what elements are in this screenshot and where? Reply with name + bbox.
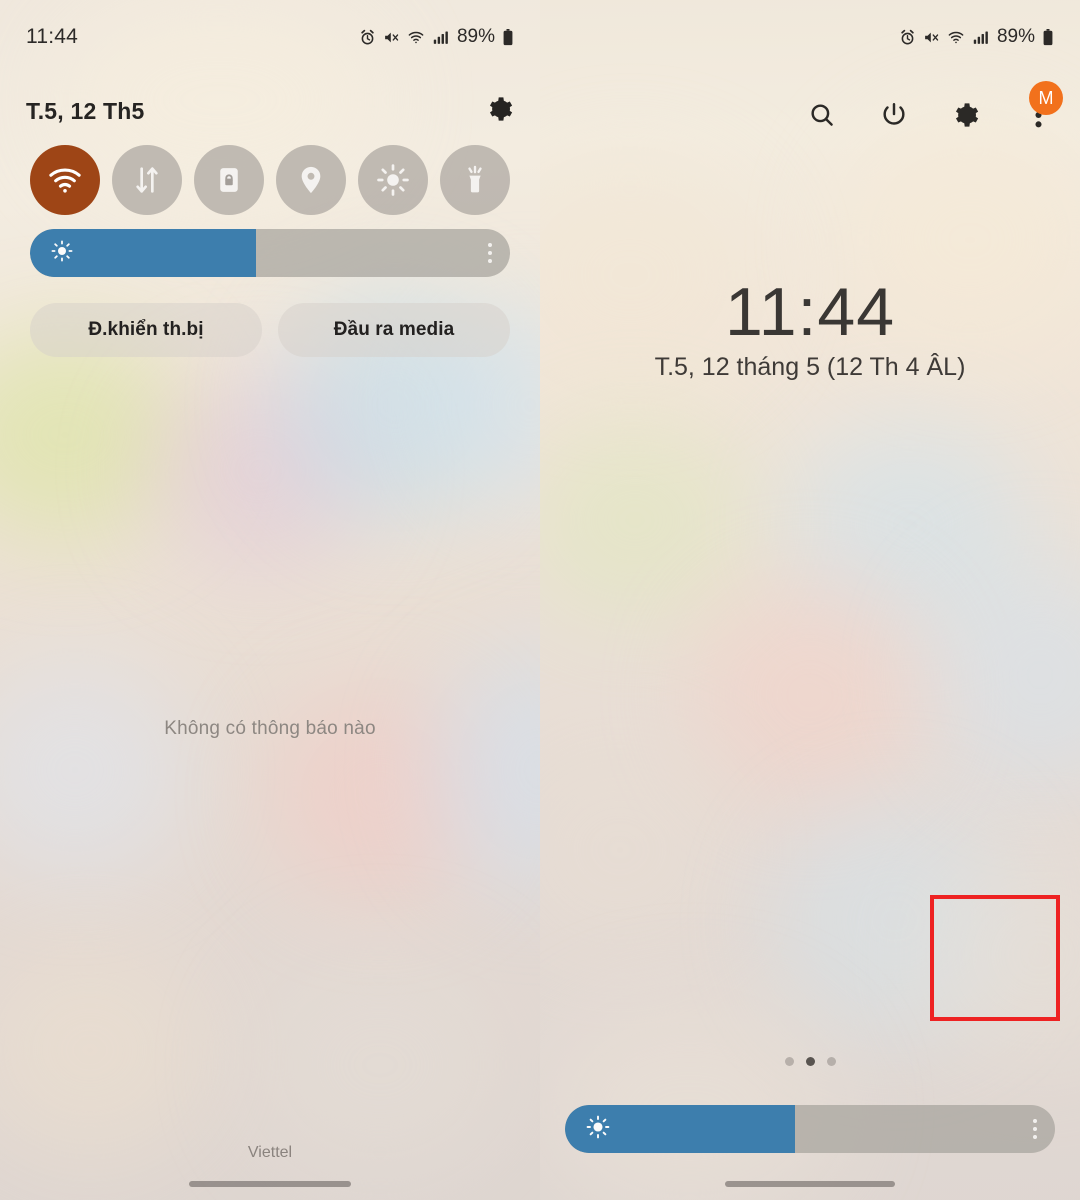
signal-bars-icon	[432, 29, 449, 46]
left-panel-header: T.5, 12 Th5	[0, 88, 540, 134]
sun-icon	[50, 239, 74, 268]
battery-icon	[1042, 28, 1054, 46]
media-output-button[interactable]: Đầu ra media	[278, 303, 510, 357]
quick-toggle-row	[0, 145, 540, 215]
mute-vibrate-icon	[383, 29, 400, 46]
home-indicator[interactable]	[189, 1181, 351, 1187]
brightness-slider-right[interactable]	[565, 1105, 1055, 1153]
right-panel-header: M	[540, 81, 1080, 142]
battery-percent: 89%	[456, 26, 495, 47]
alarm-icon	[899, 29, 916, 46]
more-vertical-icon[interactable]: M	[1022, 81, 1063, 131]
carrier-label: Viettel	[247, 1144, 293, 1161]
highlight-box-screen-recorder	[930, 895, 1060, 1021]
no-notifications-text: Không có thông báo nào	[164, 718, 376, 739]
status-bar-right: 89%	[540, 0, 1080, 74]
status-bar-time: 11:44	[26, 25, 78, 48]
battery-percent: 89%	[996, 26, 1035, 47]
toggle-flashlight[interactable]	[440, 145, 510, 215]
lock-clock: 11:44	[724, 274, 896, 350]
status-bar-left: 11:44 89%	[0, 0, 540, 74]
page-indicator-dots[interactable]	[540, 1057, 1080, 1066]
left-panel-buttons: Đ.khiển th.bị Đầu ra media	[30, 303, 510, 357]
mute-vibrate-icon	[923, 29, 940, 46]
toggle-mobile-data[interactable]	[112, 145, 182, 215]
toggle-auto-brightness[interactable]	[358, 145, 428, 215]
search-icon[interactable]	[806, 99, 838, 131]
sun-icon	[585, 1114, 611, 1145]
status-bar-icons: 89%	[359, 26, 514, 48]
device-control-button[interactable]: Đ.khiển th.bị	[30, 303, 262, 357]
page-dot[interactable]	[784, 1057, 794, 1066]
battery-icon	[502, 28, 514, 46]
status-bar-icons-right: 89%	[899, 26, 1054, 48]
panel-date: T.5, 12 Th5	[26, 97, 145, 124]
gear-icon[interactable]	[950, 99, 982, 131]
toggle-rotation-lock[interactable]	[194, 145, 264, 215]
avatar[interactable]: M	[1029, 81, 1063, 115]
brightness-slider-left[interactable]	[30, 229, 510, 277]
toggle-wifi[interactable]	[30, 145, 100, 215]
home-indicator[interactable]	[725, 1181, 895, 1187]
left-panel-screenshot: 11:44 89% T.5, 12 Th5 Đ.khiển th.bị Đầu …	[0, 0, 540, 1200]
more-vertical-icon[interactable]	[488, 243, 492, 263]
lock-date: T.5, 12 tháng 5 (12 Th 4 ÂL)	[654, 353, 966, 381]
page-dot-active[interactable]	[805, 1057, 815, 1066]
wifi-icon	[407, 28, 425, 46]
power-icon[interactable]	[878, 99, 910, 131]
wifi-icon	[947, 28, 965, 46]
signal-bars-icon	[972, 29, 989, 46]
page-dot[interactable]	[826, 1057, 836, 1066]
toggle-location[interactable]	[276, 145, 346, 215]
alarm-icon	[359, 29, 376, 46]
more-vertical-icon[interactable]	[1033, 1119, 1037, 1139]
gear-icon[interactable]	[486, 95, 514, 128]
